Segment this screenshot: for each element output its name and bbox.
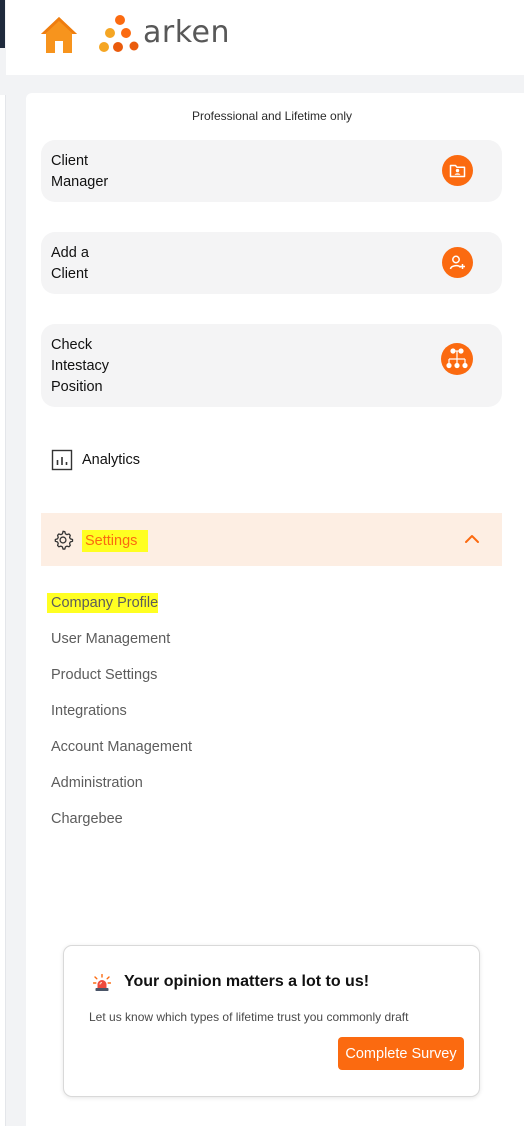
client-manager-card[interactable]: Client Manager: [41, 140, 502, 202]
survey-description: Let us know which types of lifetime trus…: [89, 1010, 409, 1024]
content-edge: [0, 95, 6, 1126]
sidebar-item-analytics[interactable]: Analytics: [51, 449, 140, 471]
user-plus-icon: [442, 247, 473, 278]
sidebar-item-administration[interactable]: Administration: [51, 773, 143, 793]
family-tree-icon: [441, 343, 473, 375]
arken-logo[interactable]: arken: [98, 14, 230, 54]
app-edge-strip: [0, 0, 5, 48]
add-client-card[interactable]: Add a Client: [41, 232, 502, 294]
sidebar-item-settings[interactable]: Settings: [41, 513, 502, 566]
alarm-light-icon: [93, 974, 111, 991]
sidebar-item-integrations[interactable]: Integrations: [51, 701, 127, 721]
check-intestacy-card[interactable]: Check Intestacy Position: [41, 324, 502, 407]
complete-survey-button[interactable]: Complete Survey: [338, 1037, 464, 1070]
folder-user-icon: [442, 155, 473, 186]
bar-chart-icon: [51, 449, 73, 471]
sidebar-item-chargebee[interactable]: Chargebee: [51, 809, 123, 829]
sidebar-item-account-management[interactable]: Account Management: [51, 737, 192, 757]
settings-label: Settings: [82, 530, 149, 552]
gear-icon: [54, 530, 74, 550]
app-root: arken Professional and Lifetime only Cli…: [0, 0, 524, 1126]
sidebar-item-user-management[interactable]: User Management: [51, 629, 170, 649]
sidebar-item-product-settings[interactable]: Product Settings: [51, 665, 157, 685]
client-manager-label: Client Manager: [51, 153, 109, 190]
plan-note: Professional and Lifetime only: [191, 109, 353, 123]
sidebar-item-company-profile[interactable]: Company Profile: [47, 593, 159, 613]
home-icon[interactable]: [38, 14, 80, 56]
analytics-label: Analytics: [82, 452, 141, 468]
survey-card: Your opinion matters a lot to us! Let us…: [63, 945, 480, 1097]
add-client-label: Add a Client: [51, 245, 89, 282]
logo-dots-icon: [99, 15, 139, 52]
chevron-up-icon[interactable]: [464, 533, 480, 545]
header: arken: [6, 0, 524, 75]
sidebar-panel: Professional and Lifetime only Client Ma…: [26, 93, 524, 1126]
logo-text: arken: [143, 14, 230, 50]
survey-title: Your opinion matters a lot to us!: [124, 973, 370, 990]
check-intestacy-label: Check Intestacy Position: [51, 337, 110, 395]
